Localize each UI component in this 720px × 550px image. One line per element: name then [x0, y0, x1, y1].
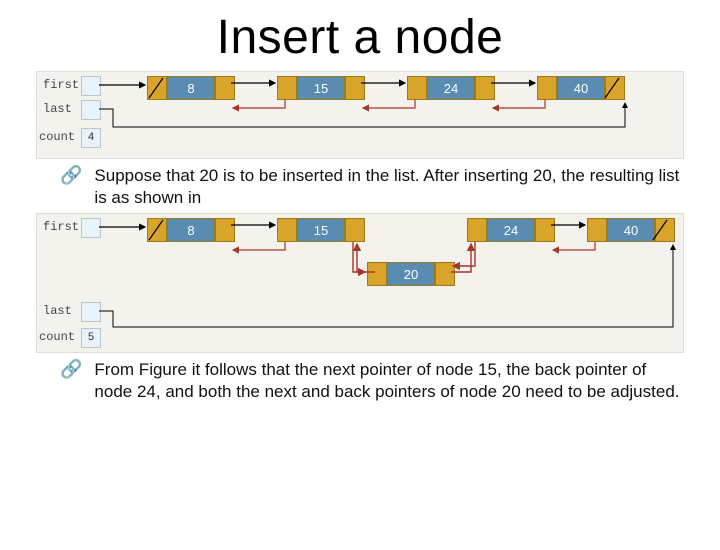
- node-value: 40: [557, 76, 605, 100]
- count-value: 4: [88, 132, 95, 144]
- node-value: 24: [427, 76, 475, 100]
- node-value: 15: [297, 76, 345, 100]
- label-first: first: [43, 78, 79, 92]
- box-first: [81, 76, 101, 96]
- box-count: 5: [81, 328, 101, 348]
- node-value: 8: [167, 218, 215, 242]
- node-8: 8: [147, 76, 235, 100]
- label-last: last: [43, 102, 72, 116]
- link-icon: 🔗: [60, 165, 82, 209]
- node-40: 40: [587, 218, 675, 242]
- label-first: first: [43, 220, 79, 234]
- node-15: 15: [277, 218, 365, 242]
- node-value: 40: [607, 218, 655, 242]
- count-value: 5: [88, 332, 95, 344]
- bullet-text: Suppose that 20 is to be inserted in the…: [94, 165, 684, 209]
- node-value: 8: [167, 76, 215, 100]
- slide: Insert a node first last count 4 8 15 24…: [0, 10, 720, 550]
- box-count: 4: [81, 128, 101, 148]
- node-20: 20: [367, 262, 455, 286]
- label-last: last: [43, 304, 72, 318]
- node-value: 24: [487, 218, 535, 242]
- node-value: 15: [297, 218, 345, 242]
- box-last: [81, 100, 101, 120]
- node-value: 20: [387, 262, 435, 286]
- node-24: 24: [407, 76, 495, 100]
- node-15: 15: [277, 76, 365, 100]
- label-count: count: [39, 330, 75, 344]
- figure-before-insert: first last count 4 8 15 24 40: [36, 71, 684, 159]
- page-title: Insert a node: [0, 10, 720, 65]
- box-last: [81, 302, 101, 322]
- node-40: 40: [537, 76, 625, 100]
- box-first: [81, 218, 101, 238]
- node-8: 8: [147, 218, 235, 242]
- label-count: count: [39, 130, 75, 144]
- bullet-text: From Figure it follows that the next poi…: [94, 359, 684, 403]
- node-24: 24: [467, 218, 555, 242]
- bullet-1: 🔗 Suppose that 20 is to be inserted in t…: [60, 165, 684, 209]
- link-icon: 🔗: [60, 359, 82, 403]
- bullet-2: 🔗 From Figure it follows that the next p…: [60, 359, 684, 403]
- figure-after-insert: first last count 5 8 15 24 40 20: [36, 213, 684, 353]
